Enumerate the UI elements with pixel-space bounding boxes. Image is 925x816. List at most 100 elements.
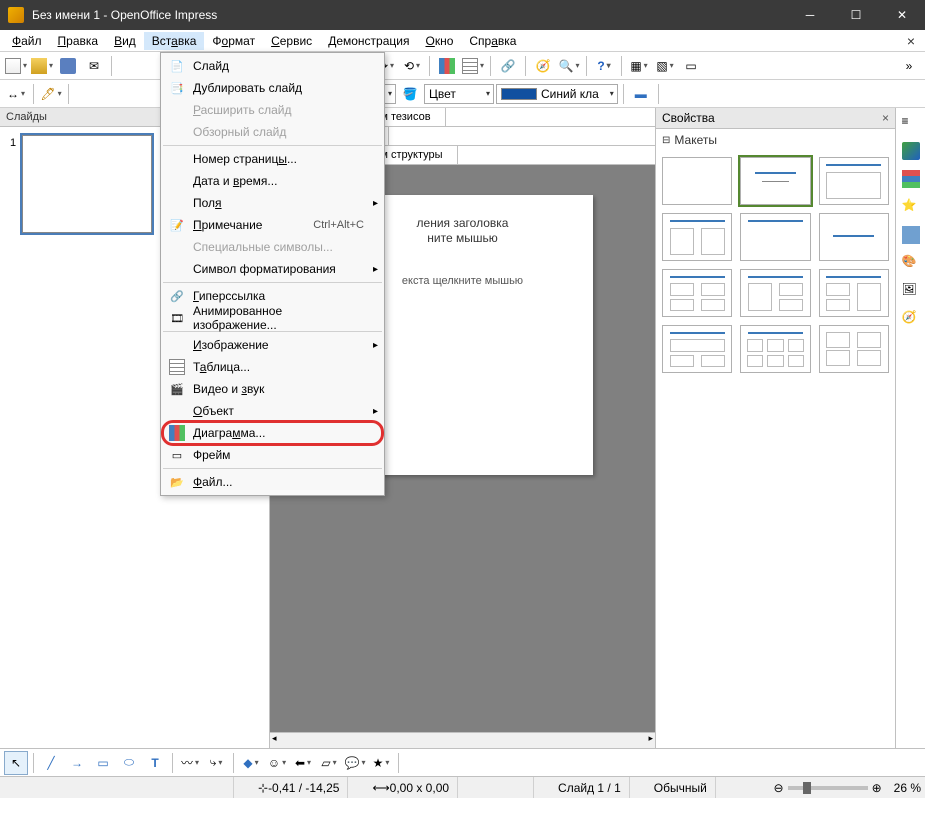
close-button[interactable]: ✕: [879, 0, 925, 30]
zoom-button[interactable]: 🔍: [557, 54, 581, 78]
sidebar-animation-icon[interactable]: ⭐: [902, 198, 920, 216]
status-style: Обычный: [646, 777, 716, 798]
hyperlink-button[interactable]: 🔗: [496, 54, 520, 78]
sidebar-styles-icon[interactable]: 🎨: [902, 254, 920, 272]
flowchart-tool[interactable]: ▱: [317, 751, 341, 775]
open-button[interactable]: [30, 54, 54, 78]
menu-insert-chart[interactable]: Диаграмма...: [163, 422, 382, 444]
status-size: ⟷ 0,00 x 0,00: [364, 777, 458, 798]
minimize-button[interactable]: ─: [787, 0, 833, 30]
stars-tool[interactable]: ★: [369, 751, 393, 775]
layout-6content[interactable]: [740, 325, 810, 373]
menu-insert-fields[interactable]: Поля: [163, 192, 382, 214]
shadow-button[interactable]: ▬: [629, 82, 653, 106]
slide-text-placeholder[interactable]: екста щелкните мышью: [353, 275, 573, 287]
fill-bucket-button[interactable]: 🪣: [398, 82, 422, 106]
drawing-toolbar: ↖ ╱ → ▭ ⬭ T 〰 ⤷ ◆ ☺ ⬅ ▱ 💬 ★: [0, 748, 925, 776]
layout-left-2right[interactable]: [740, 269, 810, 317]
symbol-shapes-tool[interactable]: ☺: [265, 751, 289, 775]
menu-insert[interactable]: Вставка: [144, 32, 205, 50]
zoom-controls: ⊖ ⊕ 26 %: [774, 781, 921, 795]
layout-title-content[interactable]: [819, 157, 889, 205]
menu-help[interactable]: Справка: [461, 32, 524, 50]
curve-tool[interactable]: 〰: [178, 751, 202, 775]
menu-insert-date-time[interactable]: Дата и время...: [163, 170, 382, 192]
save-button[interactable]: [56, 54, 80, 78]
fill-type-combo[interactable]: Цвет: [424, 84, 494, 104]
menu-insert-slide[interactable]: 📄Слайд: [163, 55, 382, 77]
menu-slideshow[interactable]: Демонстрация: [320, 32, 417, 50]
menu-insert-formatting-mark[interactable]: Символ форматирования: [163, 258, 382, 280]
layout-title[interactable]: [740, 157, 810, 205]
maximize-button[interactable]: ☐: [833, 0, 879, 30]
rectangle-tool[interactable]: ▭: [91, 751, 115, 775]
menu-edit[interactable]: Правка: [50, 32, 107, 50]
email-button[interactable]: ✉: [82, 54, 106, 78]
basic-shapes-tool[interactable]: ◆: [239, 751, 263, 775]
history-button[interactable]: ⟲: [400, 54, 424, 78]
block-arrows-tool[interactable]: ⬅: [291, 751, 315, 775]
connector-tool[interactable]: ⤷: [204, 751, 228, 775]
menu-window[interactable]: Окно: [417, 32, 461, 50]
layout-blank[interactable]: [662, 157, 732, 205]
menu-format[interactable]: Формат: [204, 32, 263, 50]
chart-button[interactable]: [435, 54, 459, 78]
sidebar-tab-strip: ≡ ⭐ 🎨 🖼 🧭: [895, 108, 925, 748]
layout-top-2bottom[interactable]: [662, 325, 732, 373]
slide-thumbnail-1[interactable]: [22, 135, 152, 233]
menu-insert-frame[interactable]: ▭Фрейм: [163, 444, 382, 466]
ellipse-tool[interactable]: ⬭: [117, 751, 141, 775]
line-color-button[interactable]: 🖊: [39, 82, 63, 106]
layouts-section-header[interactable]: Макеты: [656, 129, 895, 151]
menu-view[interactable]: Вид: [106, 32, 144, 50]
menu-insert-table[interactable]: Таблица...: [163, 356, 382, 378]
menu-insert-file[interactable]: 📂Файл...: [163, 471, 382, 493]
slide-layout-button[interactable]: ▦: [627, 54, 651, 78]
properties-close-button[interactable]: ×: [882, 111, 889, 125]
layout-2left-right[interactable]: [819, 269, 889, 317]
navigator-button[interactable]: 🧭: [531, 54, 555, 78]
chart-icon: [167, 425, 187, 441]
zoom-value[interactable]: 26 %: [894, 781, 921, 795]
callouts-tool[interactable]: 💬: [343, 751, 367, 775]
select-tool[interactable]: ↖: [4, 751, 28, 775]
slide-design-button[interactable]: ▧: [653, 54, 677, 78]
toolbar-more-button[interactable]: »: [897, 54, 921, 78]
zoom-out-button[interactable]: ⊖: [774, 781, 784, 795]
menu-insert-page-number[interactable]: Номер страницы...: [163, 148, 382, 170]
sidebar-properties-icon[interactable]: [902, 142, 920, 160]
sidebar-master-icon[interactable]: [902, 170, 920, 188]
arrow-tool[interactable]: →: [65, 751, 89, 775]
sidebar-navigator-icon[interactable]: 🧭: [902, 310, 920, 328]
layout-4content[interactable]: [819, 325, 889, 373]
table-button[interactable]: [461, 54, 485, 78]
menu-insert-image[interactable]: Изображение: [163, 334, 382, 356]
horizontal-scrollbar[interactable]: [270, 732, 655, 748]
slide-title-placeholder[interactable]: ления заголовка ните мышью: [353, 215, 573, 245]
layout-title-only[interactable]: [740, 213, 810, 261]
layout-2x2[interactable]: [662, 269, 732, 317]
menu-insert-animated-image[interactable]: 🎞Анимированное изображение...: [163, 307, 382, 329]
menu-insert-object[interactable]: Объект: [163, 400, 382, 422]
sidebar-gallery-icon[interactable]: 🖼: [902, 282, 920, 300]
new-doc-button[interactable]: [4, 54, 28, 78]
line-tool[interactable]: ╱: [39, 751, 63, 775]
sidebar-menu-icon[interactable]: ≡: [902, 114, 920, 132]
menu-insert-video-sound[interactable]: 🎬Видео и звук: [163, 378, 382, 400]
zoom-slider[interactable]: [788, 786, 868, 790]
layout-two-content[interactable]: [662, 213, 732, 261]
help-button[interactable]: ?: [592, 54, 616, 78]
menu-file[interactable]: Файл: [4, 32, 50, 50]
menu-insert-note[interactable]: 📝ПримечаниеCtrl+Alt+C: [163, 214, 382, 236]
text-tool[interactable]: T: [143, 751, 167, 775]
line-arrow-button[interactable]: ↔: [4, 82, 28, 106]
menu-insert-duplicate-slide[interactable]: 📑Дублировать слайд: [163, 77, 382, 99]
close-document-button[interactable]: ×: [901, 33, 921, 49]
sidebar-transition-icon[interactable]: [902, 226, 920, 244]
fill-color-combo[interactable]: Синий кла: [496, 84, 618, 104]
file-icon: 📂: [167, 474, 187, 490]
menu-tools[interactable]: Сервис: [263, 32, 320, 50]
layout-centered-text[interactable]: [819, 213, 889, 261]
slideshow-button[interactable]: ▭: [679, 54, 703, 78]
zoom-in-button[interactable]: ⊕: [872, 781, 882, 795]
